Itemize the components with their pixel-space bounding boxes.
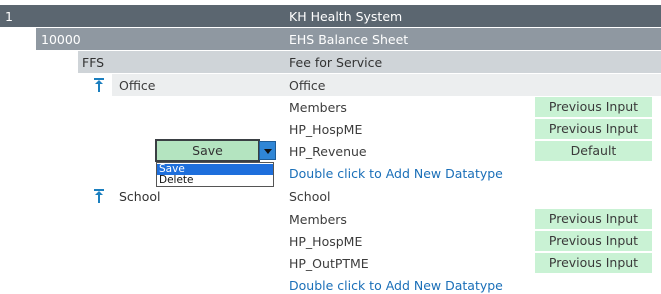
level2-name: EHS Balance Sheet	[289, 32, 409, 47]
add-datatype-link[interactable]: Double click to Add New Datatype	[289, 278, 503, 293]
add-datatype-link[interactable]: Double click to Add New Datatype	[289, 166, 503, 181]
hierarchy-row-level2[interactable]: 10000 EHS Balance Sheet	[36, 28, 661, 50]
group-header-office[interactable]	[112, 74, 661, 96]
group-label-school: School	[119, 189, 161, 204]
action-dropdown-list: Save Delete	[156, 162, 274, 187]
level3-code: FFS	[82, 55, 105, 70]
level1-code: 1	[5, 9, 13, 24]
datatype-name[interactable]: Members	[289, 100, 347, 115]
group-label-office: Office	[119, 78, 156, 93]
group-title-school: School	[289, 189, 331, 204]
datatype-value[interactable]: Previous Input	[535, 119, 652, 139]
chevron-down-icon[interactable]	[259, 141, 276, 160]
level2-code: 10000	[41, 32, 81, 47]
group-title-office: Office	[289, 78, 326, 93]
pin-top-icon[interactable]	[94, 189, 104, 203]
level3-name: Fee for Service	[289, 55, 383, 70]
datatype-value[interactable]: Previous Input	[535, 253, 652, 273]
datatype-name[interactable]: HP_OutPTME	[289, 256, 369, 271]
datatype-value[interactable]: Previous Input	[535, 209, 652, 229]
action-select[interactable]: Save	[155, 139, 260, 162]
hierarchy-row-level3[interactable]: FFS Fee for Service	[78, 51, 661, 73]
dropdown-option-delete[interactable]: Delete	[157, 175, 273, 186]
datatype-name[interactable]: HP_Revenue	[289, 144, 367, 159]
datatype-value[interactable]: Previous Input	[535, 231, 652, 251]
datatype-name[interactable]: HP_HospME	[289, 122, 362, 137]
pin-top-icon[interactable]	[94, 78, 104, 92]
datatype-name[interactable]: HP_HospME	[289, 234, 362, 249]
hierarchy-row-level1[interactable]: 1 KH Health System	[0, 5, 661, 27]
datatype-value[interactable]: Default	[535, 141, 652, 161]
level1-name: KH Health System	[289, 9, 403, 24]
datatype-value[interactable]: Previous Input	[535, 97, 652, 117]
datatype-name[interactable]: Members	[289, 212, 347, 227]
